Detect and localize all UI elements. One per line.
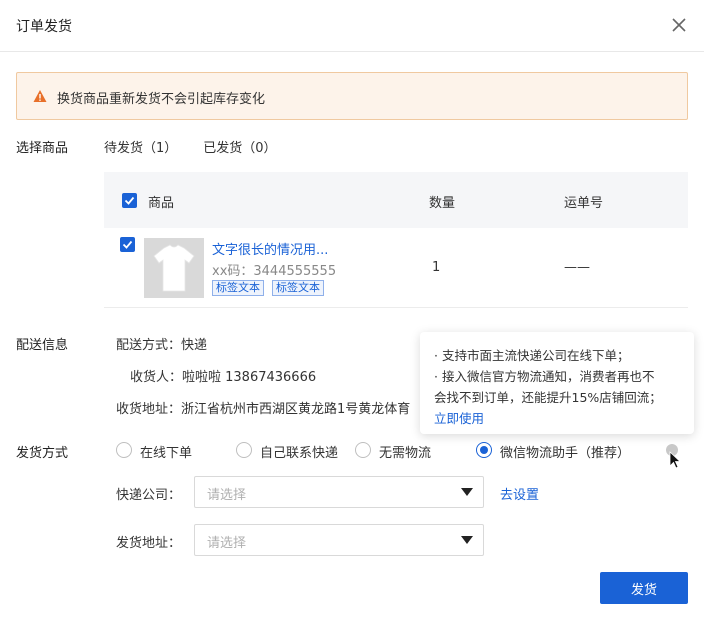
warning-alert: 换货商品重新发货不会引起库存变化: [16, 72, 688, 120]
mouse-cursor-icon: [669, 451, 681, 469]
row-checkbox[interactable]: [120, 237, 135, 252]
close-icon[interactable]: [670, 16, 688, 34]
table-header: 商品 数量 运单号: [104, 172, 688, 228]
use-now-link[interactable]: 立即使用: [434, 408, 484, 427]
radio-label-self-contact[interactable]: 自己联系快递: [260, 442, 338, 461]
goods-table: 商品 数量 运单号 文字很长的情况用... xx码：3444555555 标签文…: [104, 172, 688, 308]
product-quantity: 1: [432, 260, 441, 275]
product-tag: 标签文本: [272, 280, 324, 296]
product-tracking: ——: [564, 260, 590, 275]
caret-down-icon: [461, 536, 473, 544]
wechat-logistics-tooltip: · 支持市面主流快递公司在线下单； · 接入微信官方物流通知，消费者再也不 会找…: [420, 332, 694, 434]
select-goods-label: 选择商品: [16, 141, 69, 156]
radio-wechat-logistics[interactable]: [476, 442, 492, 458]
radio-online-order[interactable]: [116, 442, 132, 458]
goods-tabs: 待发货（1） 已发货（0）: [104, 137, 303, 156]
table-row: 文字很长的情况用... xx码：3444555555 标签文本 标签文本 1 —…: [104, 228, 688, 308]
header-quantity: 数量: [429, 196, 456, 211]
product-name-link[interactable]: 文字很长的情况用...: [212, 239, 328, 258]
check-icon: [122, 240, 133, 249]
tab-shipped[interactable]: 已发货（0）: [203, 137, 276, 156]
ship-address-select[interactable]: 请选择: [194, 524, 484, 556]
warning-icon: [33, 90, 47, 102]
tooltip-line: · 支持市面主流快递公司在线下单；: [434, 348, 630, 363]
caret-down-icon: [461, 488, 473, 496]
dialog-title: 订单发货: [16, 19, 72, 35]
delivery-method: 配送方式：快递: [116, 338, 208, 353]
tooltip-line: 会找不到订单，还能提升15%店铺回流；: [434, 390, 662, 405]
ship-method-label: 发货方式: [16, 446, 69, 461]
tab-pending[interactable]: 待发货（1）: [104, 137, 177, 156]
ship-address-label: 发货地址：: [116, 536, 182, 551]
product-tag: 标签文本: [212, 280, 264, 296]
radio-label-no-logistics[interactable]: 无需物流: [379, 442, 431, 461]
product-sku: xx码：3444555555: [212, 264, 337, 279]
setup-link[interactable]: 去设置: [500, 484, 539, 503]
alert-text: 换货商品重新发货不会引起库存变化: [57, 92, 266, 107]
courier-select[interactable]: 请选择: [194, 476, 484, 508]
radio-label-online-order[interactable]: 在线下单: [140, 442, 192, 461]
product-thumbnail: [144, 238, 204, 298]
courier-label: 快递公司：: [116, 488, 182, 503]
tshirt-image: [153, 244, 195, 292]
tooltip-line: · 接入微信官方物流通知，消费者再也不: [434, 369, 655, 384]
header-tracking: 运单号: [564, 196, 604, 211]
dialog-header: 订单发货: [0, 0, 704, 52]
header-product: 商品: [148, 196, 175, 211]
delivery-info-label: 配送信息: [16, 338, 69, 353]
recipient-address: 收货地址：浙江省杭州市西湖区黄龙路1号黄龙体育: [116, 402, 411, 417]
radio-self-contact[interactable]: [236, 442, 252, 458]
radio-no-logistics[interactable]: [355, 442, 371, 458]
ship-button[interactable]: 发货: [600, 572, 688, 604]
courier-placeholder: 请选择: [207, 488, 247, 503]
radio-label-wechat-logistics[interactable]: 微信物流助手（推荐）: [500, 442, 630, 461]
select-all-checkbox[interactable]: [122, 193, 137, 208]
ship-address-placeholder: 请选择: [207, 536, 247, 551]
check-icon: [124, 196, 135, 205]
recipient-info: 收货人：啦啦啦 13867436666: [130, 370, 317, 385]
